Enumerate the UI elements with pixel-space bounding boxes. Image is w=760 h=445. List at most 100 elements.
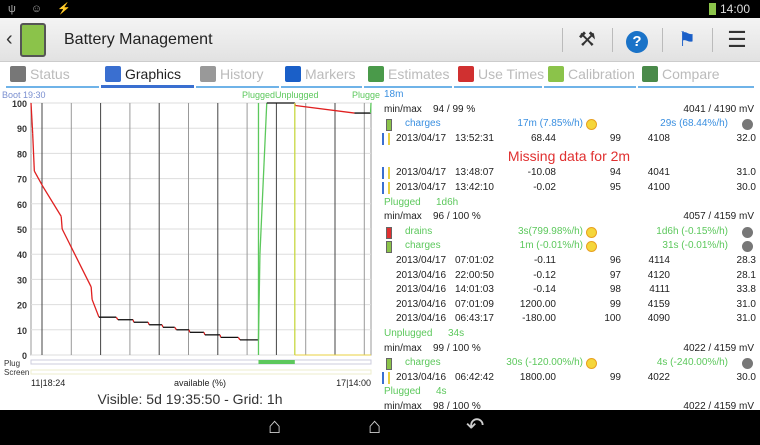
clock: 14:00 [719,2,750,16]
screen-on-rate: 30s (-120.00%/h) [506,357,583,369]
tab-calibration[interactable]: Calibration [548,64,635,86]
line-segment [147,322,150,325]
entry-time: 13:48:07 [455,167,494,179]
tab-history[interactable]: History [200,64,264,86]
rate-label: charges [405,118,441,130]
x-tick-label: 17|14:00 [336,378,371,388]
screen-off-icon [742,358,753,370]
tab-use-times[interactable]: Use Times [458,64,544,86]
tab-bar: Status Graphics History Markers Estimates Use… [0,62,760,88]
y-tick-label: 60 [17,200,27,210]
tab-icon [10,66,26,82]
y-tick-label: 100 [12,99,27,109]
tab-markers[interactable]: Markers [285,64,356,86]
entry-rate: 68.44 [530,132,556,144]
entry-rate: 1200.00 [519,298,556,310]
entry-time: 13:42:10 [455,182,494,193]
minmax-label: min/max [384,342,422,354]
history-entry[interactable]: 2013/04/17 13:48:07 -10.08 94 4041 31.0 [380,167,758,181]
entry-percent: 95 [609,182,621,193]
divider [562,28,563,52]
entry-percent: 97 [609,269,621,281]
entry-percent: 98 [609,284,621,296]
history-entry[interactable]: 2013/04/16 22:00:50 -0.12 97 4120 28.1 [380,270,758,284]
entry-date: 2013/04/17 [396,132,447,144]
annotation-label: Unplugged [275,90,319,100]
entry-time: 06:42:42 [455,371,494,383]
entry-date: 2013/04/17 [396,255,447,266]
screen-on-icon [586,358,597,370]
tab-graphics[interactable]: Graphics [105,64,181,86]
screen-on-icon [586,119,597,131]
divider [662,28,663,52]
entry-time: 13:52:31 [455,132,494,144]
screen-off-rate: 4s (-240.00%/h) [656,357,728,369]
plug-bar [258,360,295,364]
entry-date: 2013/04/16 [396,371,447,383]
entry-percent: 94 [609,167,621,179]
entry-rate: -0.02 [533,182,556,193]
recent-apps-icon[interactable]: ↶ [466,413,484,439]
chart-svg: 0102030405060708090100Boot 19:30 Plugged U… [2,90,385,407]
tab-label: Status [30,66,70,82]
history-entry[interactable]: 2013/04/17 13:42:10 -0.02 95 4100 30.0 [380,182,758,196]
tab-compare[interactable]: Compare [642,64,720,86]
screen-off-icon [742,226,753,238]
screen-on-icon [586,241,597,253]
entry-voltage: 4114 [648,255,670,266]
screen-off-rate: 31s (-0.01%/h) [662,240,728,252]
minmax-percent: 96 / 100 % [433,211,481,223]
history-panel[interactable]: 18m min/max 94 / 99 % 4041 / 4190 mV charges… [380,88,760,410]
entry-time: 07:01:09 [455,298,494,310]
minmax-row: min/max 99 / 100 % 4022 / 4159 mV [380,343,758,357]
app-logo-icon[interactable] [20,23,46,57]
line-segment [219,334,222,338]
rate-label: drains [405,225,433,237]
entry-voltage: 4100 [647,182,670,193]
entry-temperature: 31.0 [736,167,756,179]
entry-rate: -180.00 [522,313,556,325]
entry-marker-icon [382,167,390,180]
home-icon[interactable]: ⌂ [368,413,381,439]
line-segment [132,319,135,323]
entry-time: 07:01:02 [455,255,494,266]
back-caret-icon[interactable]: ‹ [6,28,13,51]
history-entry[interactable]: 2013/04/17 07:01:02 -0.11 96 4114 28.3 [380,255,758,269]
help-icon[interactable]: ? [622,26,652,54]
minmax-voltage: 4022 / 4159 mV [683,342,754,354]
history-entry[interactable]: 2013/04/17 13:52:31 68.44 99 4108 32.0 [380,132,758,147]
period-header: Plugged 4s [380,386,758,400]
battery-chart[interactable]: 0 10 20 30 40 50 60 70 80 90 100 Boot 19:30 Plugged U… [0,88,385,410]
line-segment [203,332,206,336]
period-label: Unplugged [384,328,433,339]
menu-icon[interactable]: ☰ [722,26,752,54]
history-entry[interactable]: 2013/04/16 06:42:42 1800.00 99 4022 30.0 [380,371,758,386]
entry-voltage: 4041 [647,167,670,179]
tab-estimates[interactable]: Estimates [368,64,449,86]
entry-time: 14:01:03 [455,284,494,296]
history-entry[interactable]: 2013/04/16 14:01:03 -0.14 98 4111 33.8 [380,284,758,298]
marker-flag-icon[interactable]: ⚑ [672,26,702,54]
tools-icon[interactable]: ⚒ [572,26,602,54]
screen-on-rate: 3s(799.98%/h) [517,225,583,237]
tab-icon [458,66,474,82]
rate-label: charges [405,240,441,252]
screen-row-label: Screen [4,368,29,377]
tab-status[interactable]: Status [10,64,70,86]
history-entry[interactable]: 2013/04/16 06:43:17 -180.00 100 4090 31.0 [380,313,758,327]
y-tick-label: 70 [17,175,27,185]
plug-track [30,359,372,365]
entry-rate: -10.08 [527,167,556,179]
entry-percent: 99 [609,132,621,144]
entry-voltage: 4120 [647,269,670,281]
minmax-row: min/max 96 / 100 % 4057 / 4159 mV [380,211,758,225]
annotation-label: Plugged [242,90,275,100]
divider [712,28,713,52]
tab-icon [200,66,216,82]
screen-off-icon [742,241,753,253]
back-icon[interactable]: ⌂ [268,413,281,439]
entry-date: 2013/04/16 [396,284,447,296]
history-entry[interactable]: 2013/04/16 07:01:09 1200.00 99 4159 31.0 [380,299,758,313]
period-header: Unplugged 34s [380,328,758,342]
entry-voltage: 4111 [649,284,670,296]
